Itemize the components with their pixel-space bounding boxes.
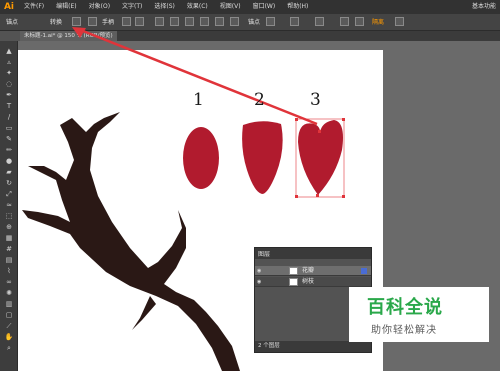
layers-panel-title[interactable]: 图层: [255, 248, 371, 259]
step-label-1: 1: [193, 90, 204, 110]
watermark-title: 百科全说: [367, 297, 443, 318]
layer-thumbnail: [289, 278, 298, 286]
visibility-eye-icon[interactable]: ◉: [257, 279, 263, 285]
step-label-3: 3: [310, 90, 321, 110]
layer-name: 树枝: [302, 278, 315, 285]
watermark-logo: 百科全说 助你轻松解决: [349, 287, 489, 342]
layer-row-branch[interactable]: ◉ 树枝: [255, 277, 371, 287]
layer-row-petals[interactable]: ◉ 花瓣: [255, 266, 371, 276]
petal-shape-1[interactable]: [183, 127, 219, 189]
layer-name: 花瓣: [302, 267, 315, 274]
watermark-subtitle: 助你轻松解决: [371, 325, 437, 336]
visibility-eye-icon[interactable]: ◉: [257, 268, 263, 274]
petal-shape-2[interactable]: [242, 121, 283, 194]
layers-panel-footer: 2 个图层: [255, 341, 371, 352]
step-label-2: 2: [254, 90, 265, 110]
layer-thumbnail: [289, 267, 298, 275]
layer-color-swatch: [361, 268, 367, 274]
